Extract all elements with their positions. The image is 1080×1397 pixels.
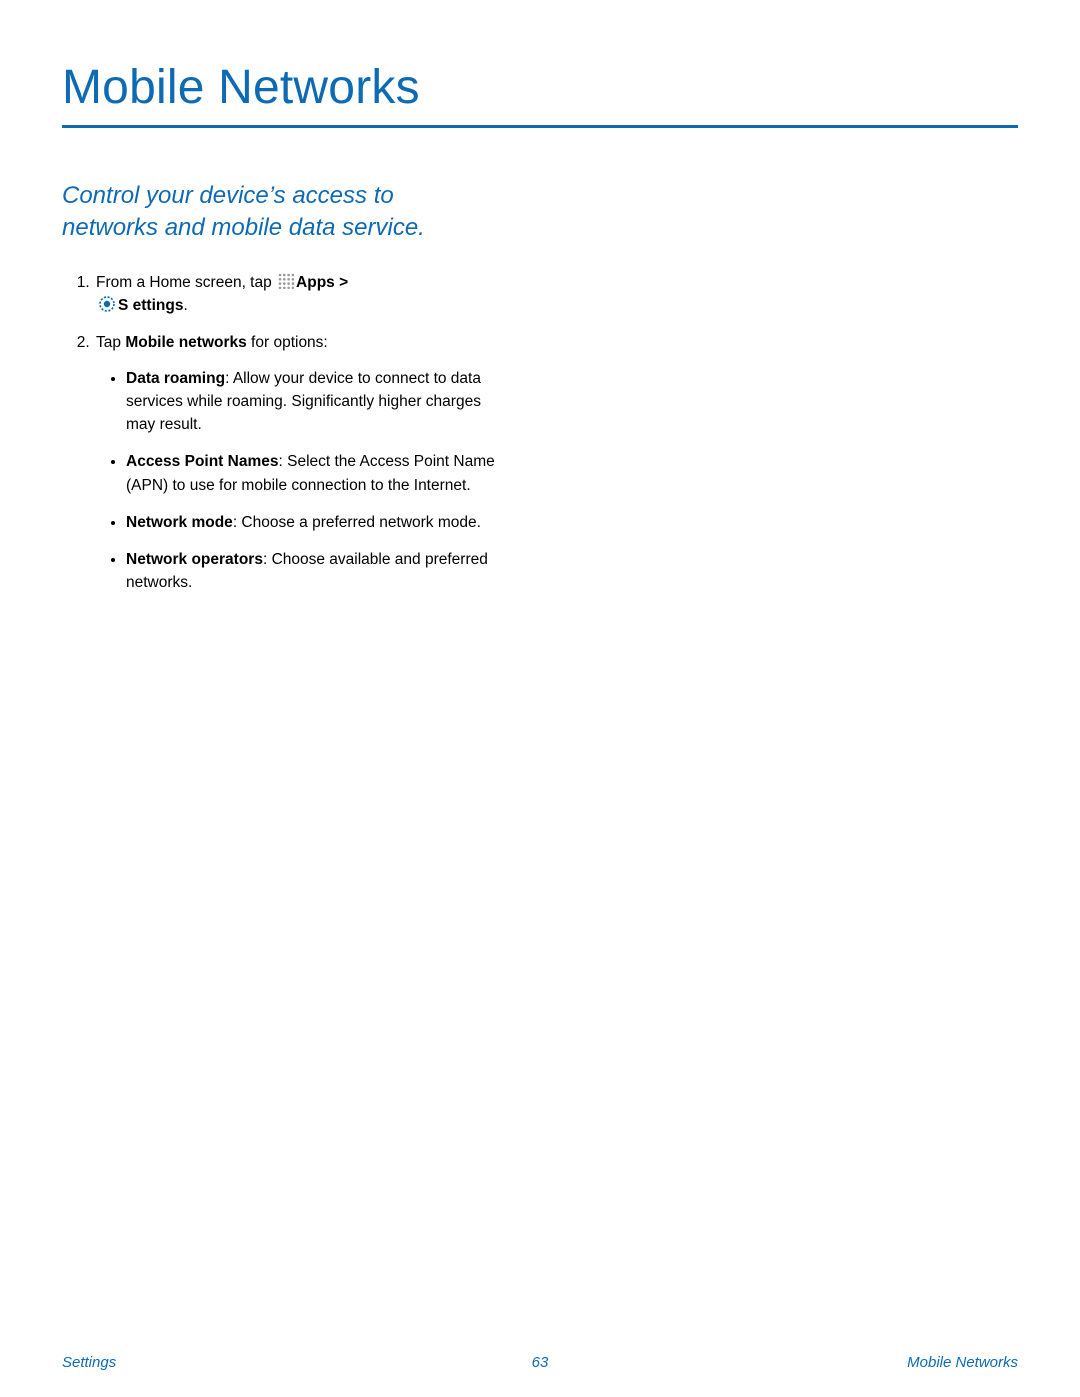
step-1: From a Home screen, tap Apps >	[94, 271, 502, 318]
option-network-mode: Network mode: Choose a preferred network…	[126, 511, 502, 534]
intro-text: Control your device’s access to networks…	[62, 180, 482, 245]
footer-page: 63	[381, 1354, 700, 1371]
settings-icon	[98, 295, 116, 313]
settings-label: S ettings	[118, 297, 183, 314]
step-1-pre: From a Home screen, tap	[96, 274, 276, 291]
apn-term: Access Point Names	[126, 453, 279, 470]
footer-left: Settings	[62, 1354, 381, 1371]
page-footer: Settings 63 Mobile Networks	[0, 1354, 1080, 1371]
mobile-networks-label: Mobile networks	[125, 334, 246, 351]
network-operators-term: Network operators	[126, 551, 263, 568]
title-rule	[62, 125, 1018, 128]
step-2: Tap Mobile networks for options: Data ro…	[94, 331, 502, 594]
steps-list: From a Home screen, tap Apps >	[68, 271, 502, 595]
step-2-pre: Tap	[96, 334, 125, 351]
data-roaming-term: Data roaming	[126, 370, 225, 387]
step-1-sep: >	[335, 274, 348, 291]
step-2-post: for options:	[247, 334, 328, 351]
apps-icon	[278, 273, 295, 289]
document-page: Mobile Networks Control your device’s ac…	[0, 0, 1080, 1397]
footer-right: Mobile Networks	[699, 1354, 1018, 1371]
option-data-roaming: Data roaming: Allow your device to conne…	[126, 367, 502, 437]
content-block: From a Home screen, tap Apps >	[62, 271, 502, 595]
page-title: Mobile Networks	[62, 60, 1018, 115]
option-network-operators: Network operators: Choose available and …	[126, 548, 502, 595]
network-mode-desc: : Choose a preferred network mode.	[233, 514, 481, 531]
option-apn: Access Point Names: Select the Access Po…	[126, 450, 502, 497]
step-1-post: .	[183, 297, 187, 314]
network-mode-term: Network mode	[126, 514, 233, 531]
apps-label: Apps	[296, 274, 335, 291]
options-list: Data roaming: Allow your device to conne…	[102, 367, 502, 595]
